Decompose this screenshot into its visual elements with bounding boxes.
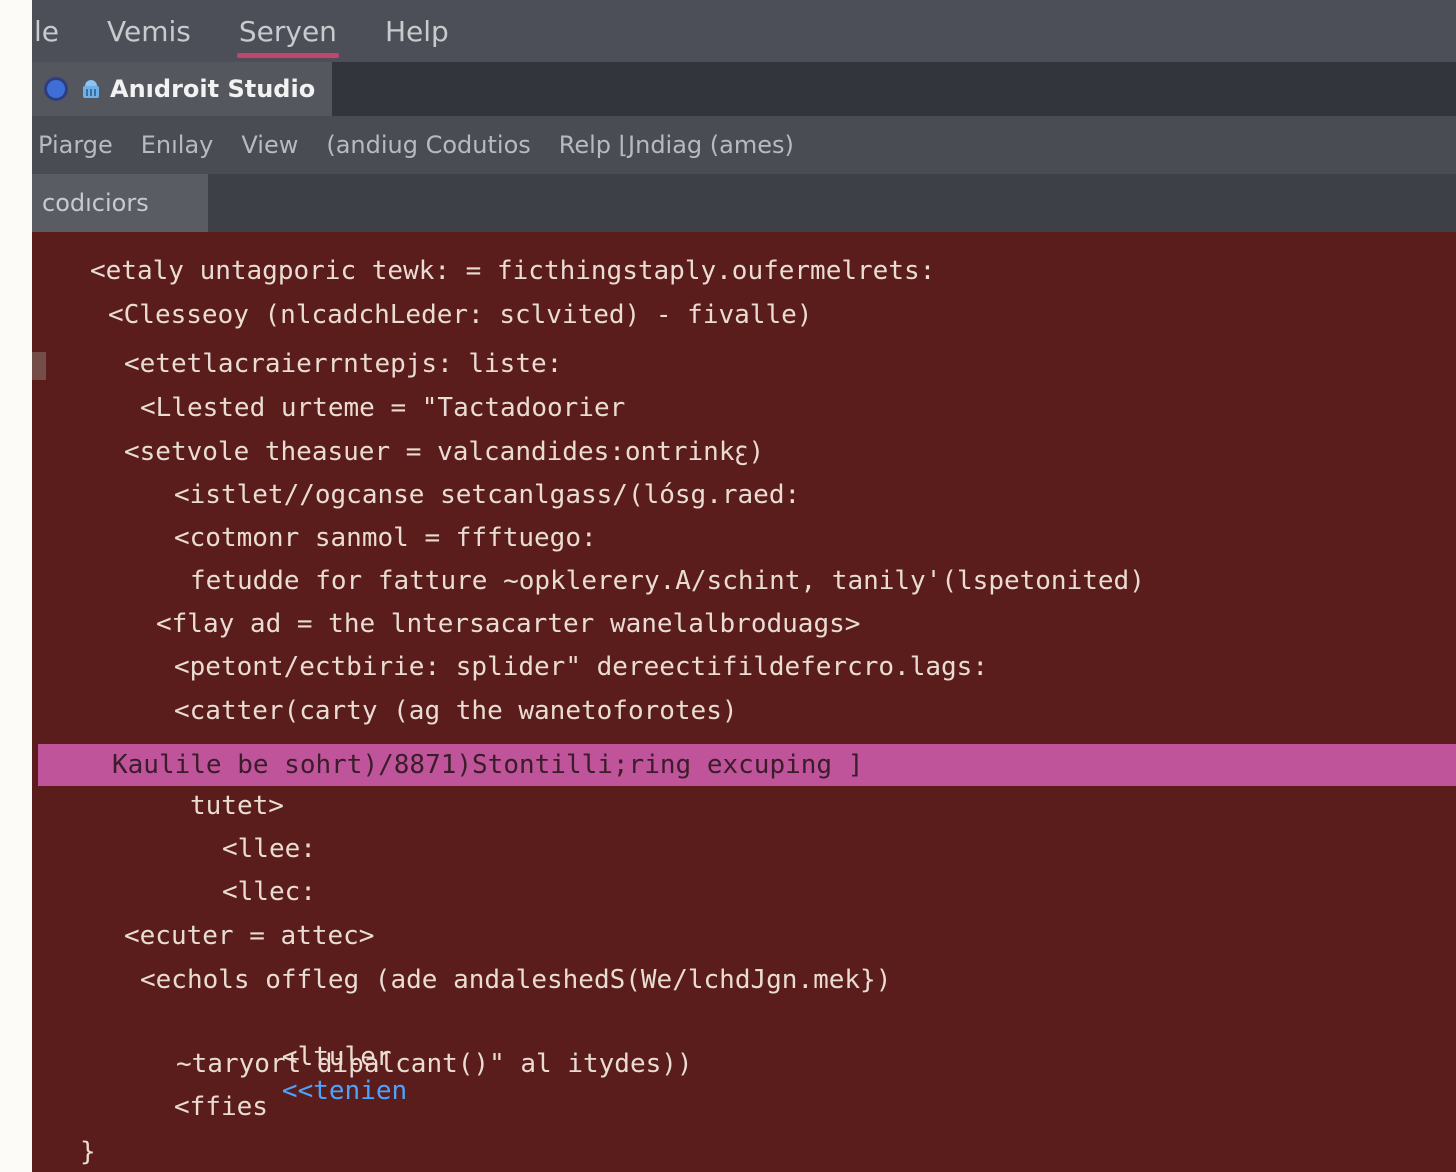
ide-menu-item-enılay[interactable]: Enılay — [127, 131, 228, 159]
window-title-tab[interactable]: Anıdroit Studio — [32, 62, 332, 116]
code-line: <flay ad = the lntersacarter wanelalbrod… — [156, 609, 861, 639]
android-studio-icon — [83, 80, 99, 98]
os-menu-bar: le Vemis Seryen Help — [32, 0, 1456, 62]
code-line: <Clesseoy (nlcadchLeder: sclvited) - fiv… — [108, 300, 813, 330]
menu-item-label: Vemis — [107, 14, 191, 48]
ide-menu-item-relp[interactable]: Relp ⌊Jndiag (ames) — [545, 131, 808, 159]
menu-item-label: Help — [384, 14, 449, 48]
menu-item-label: Seryen — [238, 14, 337, 48]
code-line: <catter(carty (ag the wanetoforotes) — [174, 696, 738, 726]
code-line: <cotmonr sanmol = ffftuego: — [174, 523, 597, 553]
code-line: <Llested urteme = "Tactadoorier — [140, 393, 626, 423]
menu-item-file[interactable]: le — [32, 0, 83, 62]
code-line: <setvole theasuer = valcandides:ontrinkꜫ… — [124, 437, 765, 467]
tool-tab-row: codıciors — [32, 174, 1456, 232]
highlighted-code-line: Kaulile be sohrt)/8871)Stontilli;ring ex… — [112, 750, 864, 780]
code-line: <ffies — [174, 1092, 268, 1122]
code-editor[interactable]: <etaly untagporic tewk: = ficthingstaply… — [32, 232, 1456, 1172]
code-line: <istlet//ogcanse setcanlgass/(lósg.raed: — [174, 480, 801, 510]
ide-menu-bar: Piarge Enılay View (andiug Codutios Relp… — [32, 116, 1456, 174]
code-line: <petont/ectbirie: splider" dereectifilde… — [174, 652, 988, 682]
menu-item-vemis[interactable]: Vemis — [83, 0, 215, 62]
menu-item-label: le — [34, 14, 60, 48]
closing-brace: } — [80, 1137, 96, 1167]
window-dot-icon — [44, 77, 68, 101]
tool-tab-conditions[interactable]: codıciors — [32, 174, 208, 232]
code-line: <echols offleg (ade andaleshedS(We/lchdJ… — [140, 965, 892, 995]
code-line: tutet> — [190, 791, 284, 821]
menu-item-help[interactable]: Help — [361, 0, 473, 62]
ide-menu-item-coding-conditions[interactable]: (andiug Codutios — [312, 131, 544, 159]
code-line: <llee: — [222, 834, 316, 864]
code-line: <etetlacraierrntepjs: liste: — [124, 349, 563, 379]
ide-menu-item-view[interactable]: View — [227, 131, 312, 159]
code-line: <llec: — [222, 877, 316, 907]
code-line: <ecuter = attec> — [124, 921, 375, 951]
title-bar: Anıdroit Studio — [32, 62, 1456, 116]
ide-menu-item-piarge[interactable]: Piarge — [32, 131, 127, 159]
code-line: ~taryort dipalcant()" al itydes)) — [176, 1049, 693, 1079]
window-title: Anıdroit Studio — [110, 75, 316, 103]
code-line: <etaly untagporic tewk: = ficthingstaply… — [90, 256, 936, 286]
code-line: <ltuler <<tenien — [188, 1006, 407, 1106]
menu-item-seryen[interactable]: Seryen — [215, 0, 361, 62]
gutter-marker — [32, 352, 46, 380]
ide-window: le Vemis Seryen Help Anıdroit Studio Pia… — [32, 0, 1456, 1172]
left-margin — [0, 0, 32, 1172]
code-line: fetudde for fatture ~opklerery.A/schint,… — [190, 566, 1145, 596]
